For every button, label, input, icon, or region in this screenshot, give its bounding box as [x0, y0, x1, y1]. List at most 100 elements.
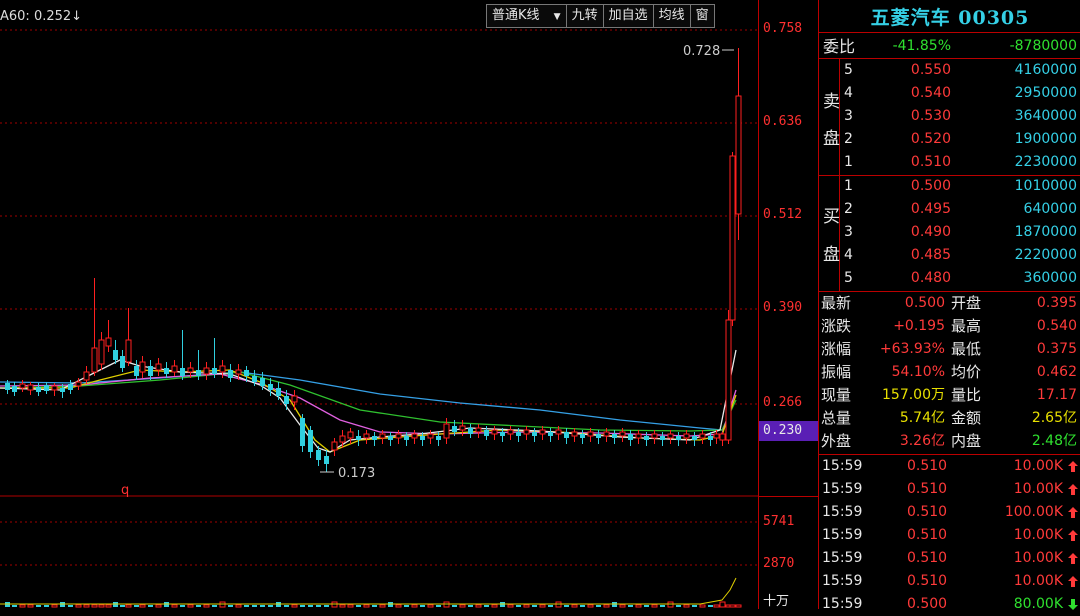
volume-bar	[300, 605, 305, 607]
candle-body	[452, 426, 457, 432]
candle-body	[187, 367, 194, 373]
candle-body	[51, 385, 58, 391]
volume-bar	[395, 604, 402, 608]
candle-body	[139, 361, 146, 373]
quote-value: 2.48亿	[1031, 433, 1077, 449]
ma-line-blue	[0, 371, 723, 431]
volume-bar	[719, 601, 726, 608]
sell-row[interactable]: 5 0.550 4160000	[819, 59, 1080, 82]
candle-body	[300, 418, 305, 446]
buy-volume: 1870000	[1014, 224, 1077, 240]
candle-body	[75, 381, 82, 387]
kline-chart-area[interactable]: A60: 0.252↓ 普通K线 ▼ 九转 加自选 均线 窗 0.728 0.1…	[0, 0, 760, 609]
candle-body	[735, 95, 742, 215]
buy-volume: 2220000	[1014, 247, 1077, 263]
volume-bar	[635, 604, 642, 608]
buy-row[interactable]: 4 0.485 2220000	[819, 244, 1080, 267]
volume-bar	[420, 605, 425, 607]
volume-bar	[699, 604, 706, 608]
candle-body	[619, 431, 626, 437]
candle-body	[651, 433, 658, 439]
quote-label: 振幅	[821, 363, 852, 381]
tick-row: 15:59 0.510 10.00K	[819, 455, 1080, 478]
tick-time: 15:59	[822, 458, 863, 474]
volume-bar	[404, 605, 409, 607]
weibi-diff: -8780000	[1009, 38, 1077, 54]
sell-price: 0.520	[910, 131, 951, 147]
sell-row[interactable]: 4 0.540 2950000	[819, 82, 1080, 105]
sell-price: 0.530	[910, 108, 951, 124]
volume-bar	[75, 604, 82, 608]
sell-volume: 2950000	[1014, 85, 1077, 101]
candle-body	[60, 388, 65, 392]
candle-body	[148, 366, 153, 376]
candle-body	[291, 395, 298, 403]
candle-body	[532, 432, 537, 436]
candle-body	[219, 365, 226, 373]
candle-body	[580, 434, 585, 438]
candle-body	[91, 347, 98, 373]
arrow-up-icon	[1068, 530, 1078, 541]
candle-body	[36, 387, 41, 392]
stock-title: 五菱汽车 00305	[870, 7, 1030, 29]
arrow-up-icon	[1068, 484, 1078, 495]
volume-bar	[68, 605, 73, 607]
candle-body	[644, 436, 649, 440]
candle-body	[5, 383, 10, 390]
buy-volume: 360000	[1023, 270, 1077, 286]
buy-row[interactable]: 5 0.480 360000	[819, 267, 1080, 290]
candle-body	[725, 319, 732, 441]
candle-body	[612, 434, 617, 438]
buy-level: 5	[844, 270, 853, 286]
buy-row[interactable]: 1 0.500 1010000	[819, 175, 1080, 198]
candlesticks	[5, 48, 742, 472]
volume-bar	[507, 604, 514, 608]
sell-row[interactable]: 1 0.510 2230000	[819, 151, 1080, 174]
volume-bar	[683, 604, 690, 608]
tick-time: 15:59	[822, 550, 863, 566]
quote-label: 内盘	[951, 432, 982, 450]
low-price-label: 0.173	[338, 466, 375, 481]
sell-row[interactable]: 3 0.530 3640000	[819, 105, 1080, 128]
quote-value: 157.00万	[882, 387, 945, 403]
sell-row[interactable]: 2 0.520 1900000	[819, 128, 1080, 151]
candle-body	[507, 429, 514, 435]
buy-row[interactable]: 3 0.490 1870000	[819, 221, 1080, 244]
tick-volume: 80.00K	[1013, 596, 1063, 612]
volume-bar	[260, 605, 265, 607]
candle-body	[459, 425, 466, 431]
candle-body	[628, 434, 633, 440]
volume-bar	[619, 604, 626, 608]
candle-body	[180, 368, 185, 376]
tick-row: 15:59 0.510 10.00K	[819, 478, 1080, 501]
volume-bar	[36, 605, 41, 607]
candle-body	[436, 436, 441, 440]
candle-body	[676, 436, 681, 440]
candle-body	[596, 434, 601, 438]
volume-bar	[268, 605, 273, 607]
candle-body	[125, 339, 132, 363]
candle-body	[252, 376, 257, 382]
quote-value: 0.375	[1036, 341, 1077, 357]
candle-body	[523, 429, 530, 435]
sell-level: 5	[844, 62, 853, 78]
tick-price: 0.510	[907, 527, 948, 543]
tick-price: 0.510	[907, 458, 948, 474]
volume-bar	[708, 605, 713, 607]
volume-bar	[571, 604, 578, 608]
candle-body	[105, 337, 112, 347]
candle-body	[660, 436, 665, 440]
buy-row[interactable]: 2 0.495 640000	[819, 198, 1080, 221]
sell-level: 1	[844, 154, 853, 170]
axis-volume-label: 5741	[763, 514, 795, 529]
volume-bar	[83, 604, 90, 608]
buy-level: 2	[844, 201, 853, 217]
quote-value: 5.74亿	[899, 410, 945, 426]
volume-bar	[660, 605, 665, 607]
sell-volume: 3640000	[1014, 108, 1077, 124]
price-axis: 0.758 0.636 0.512 0.390 0.266 0.230 5741…	[758, 0, 819, 609]
arrow-up-icon	[1068, 507, 1078, 518]
volume-bar	[729, 604, 736, 608]
price-grid	[0, 29, 758, 566]
quote-label: 外盘	[821, 432, 852, 450]
